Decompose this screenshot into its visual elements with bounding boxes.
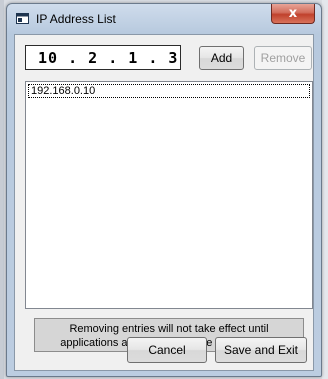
notice-line-1: Removing entries will not take effect un… <box>69 323 269 335</box>
list-item[interactable]: 192.168.0.10 <box>28 84 310 98</box>
ip-address-listbox[interactable]: 192.168.0.10 <box>25 81 313 309</box>
background-edge <box>0 0 4 379</box>
background-edge-right <box>322 0 328 379</box>
dialog-client-area: 10 . 2 . 1 . 3 Add Remove 192.168.0.10 R… <box>14 34 314 371</box>
window-app-icon <box>16 13 29 24</box>
title-bar[interactable]: IP Address List x <box>7 4 321 34</box>
window-title: IP Address List <box>36 12 116 26</box>
ip-address-list-dialog: IP Address List x 10 . 2 . 1 . 3 Add Rem… <box>6 3 322 377</box>
remove-button[interactable]: Remove <box>254 46 312 70</box>
cancel-button[interactable]: Cancel <box>127 337 207 363</box>
add-button[interactable]: Add <box>199 46 244 70</box>
save-and-exit-button[interactable]: Save and Exit <box>215 337 307 363</box>
close-button[interactable]: x <box>271 4 315 24</box>
close-icon: x <box>288 6 298 21</box>
ip-address-input[interactable]: 10 . 2 . 1 . 3 <box>25 45 181 70</box>
